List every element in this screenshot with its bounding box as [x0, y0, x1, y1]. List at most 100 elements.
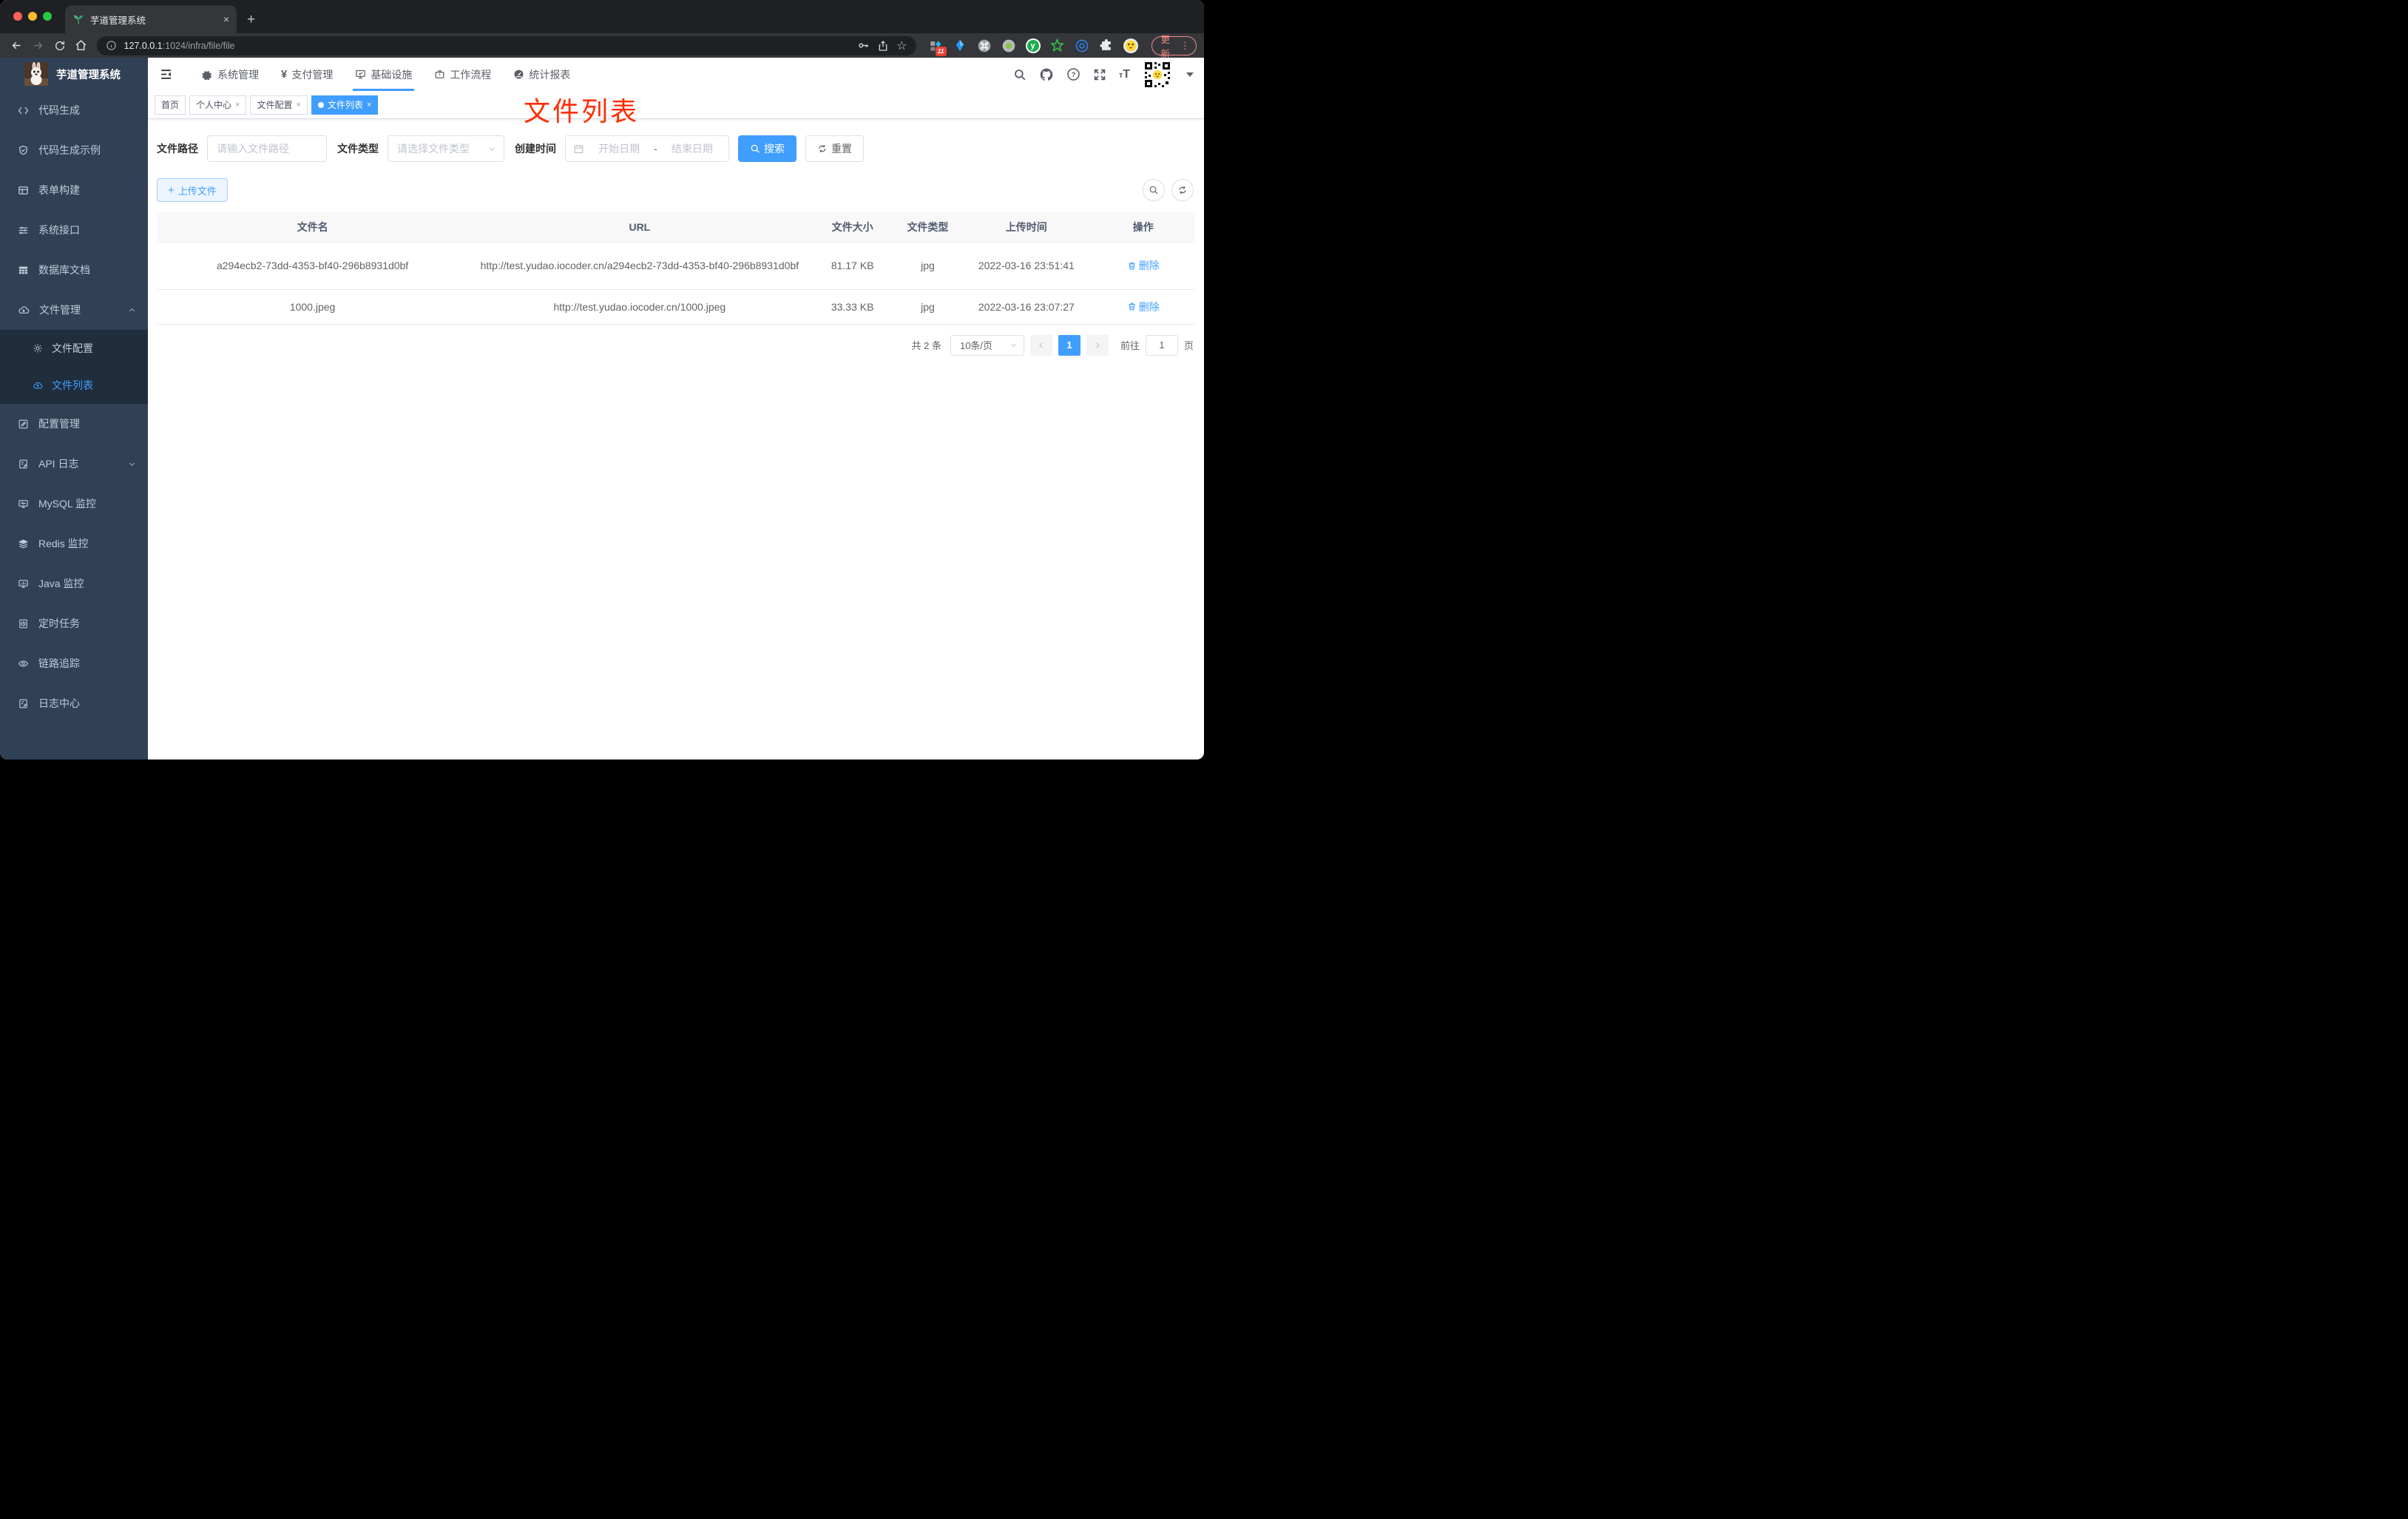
sidebar-item-file-management[interactable]: 文件管理	[0, 290, 148, 330]
code-icon	[18, 105, 29, 116]
sidebar-item-code-generation[interactable]: 代码生成	[0, 90, 148, 130]
browser-toolbar: 127.0.0.1:1024/infra/file/file ☆ 11 y 更新…	[0, 33, 1204, 59]
sidebar-item-form-builder[interactable]: 表单构建	[0, 170, 148, 210]
gear-icon	[202, 69, 213, 80]
delete-button[interactable]: 删除	[1127, 258, 1160, 273]
reset-button[interactable]: 重置	[805, 135, 864, 162]
github-icon[interactable]	[1039, 67, 1054, 82]
eye-icon	[18, 658, 29, 669]
forward-icon[interactable]	[29, 35, 47, 56]
topnav-statistics-report[interactable]: 统计报表	[502, 58, 581, 91]
back-icon[interactable]	[7, 35, 26, 56]
browser-menu-dots-icon[interactable]: ⋮	[1180, 40, 1190, 52]
delete-button[interactable]: 删除	[1127, 300, 1160, 314]
tag-profile[interactable]: 个人中心 ×	[189, 95, 247, 115]
calendar-icon	[573, 143, 584, 155]
extension-eye-icon[interactable]	[1075, 38, 1089, 53]
file-table: 文件名 URL 文件大小 文件类型 上传时间 操作 a294ecb2-73dd-…	[157, 212, 1195, 325]
upload-file-button[interactable]: + 上传文件	[157, 178, 228, 202]
cell-file-size: 33.33 KB	[811, 289, 894, 325]
refresh-table-button[interactable]	[1171, 179, 1194, 201]
close-window-button[interactable]	[13, 12, 22, 21]
cell-upload-time: 2022-03-16 23:51:41	[961, 242, 1092, 290]
prev-page-button[interactable]	[1029, 334, 1052, 356]
cloud-download-icon	[18, 304, 30, 316]
col-url: URL	[468, 212, 811, 243]
fullscreen-icon[interactable]	[1093, 68, 1106, 81]
address-bar[interactable]: 127.0.0.1:1024/infra/file/file ☆	[96, 35, 916, 55]
favicon-sprout-icon	[72, 13, 84, 25]
start-date-placeholder[interactable]: 开始日期	[590, 141, 648, 156]
sidebar-item-redis-monitor[interactable]: Redis 监控	[0, 524, 148, 564]
search-icon[interactable]	[1013, 68, 1027, 81]
tag-file-list[interactable]: 文件列表 ×	[311, 95, 379, 115]
file-type-select[interactable]: 请选择文件类型	[388, 135, 504, 162]
show-search-toggle-button[interactable]	[1143, 179, 1165, 201]
topnav-workflow[interactable]: 工作流程	[423, 58, 502, 91]
cell-file-type: jpg	[893, 289, 962, 325]
extension-command-icon[interactable]	[977, 38, 992, 53]
next-page-button[interactable]	[1086, 334, 1109, 356]
current-page[interactable]: 1	[1058, 334, 1080, 356]
sidebar-item-file-config[interactable]: 文件配置	[0, 330, 148, 367]
browser-update-button[interactable]: 更新 ⋮	[1151, 35, 1197, 59]
tag-file-config[interactable]: 文件配置 ×	[250, 95, 308, 115]
sidebar-item-tracing[interactable]: 链路追踪	[0, 643, 148, 683]
bookmark-star-icon[interactable]: ☆	[896, 38, 907, 53]
avatar-caret-icon[interactable]	[1186, 72, 1194, 77]
share-icon[interactable]	[877, 40, 889, 52]
monitor-check-icon	[355, 69, 366, 80]
tag-close-icon[interactable]: ×	[235, 101, 240, 109]
sidebar-item-system-api[interactable]: 系统接口	[0, 210, 148, 250]
date-range-picker[interactable]: 开始日期 - 结束日期	[565, 135, 729, 162]
gauge-icon	[513, 69, 524, 80]
extensions-puzzle-icon[interactable]	[1099, 38, 1114, 53]
sidebar-item-mysql-monitor[interactable]: MySQL 监控	[0, 484, 148, 524]
zoom-window-button[interactable]	[43, 12, 52, 21]
sidebar-item-code-example[interactable]: 代码生成示例	[0, 130, 148, 170]
form-table-icon	[18, 185, 29, 196]
chevron-down-icon	[487, 144, 496, 153]
sidebar-item-config-management[interactable]: 配置管理	[0, 404, 148, 444]
extension-kite-icon[interactable]	[953, 38, 967, 53]
text-size-icon[interactable]: тT	[1119, 68, 1130, 81]
password-key-icon[interactable]	[857, 39, 870, 52]
help-icon[interactable]: ?	[1066, 67, 1080, 81]
sidebar-item-scheduled-tasks[interactable]: 定时任务	[0, 603, 148, 643]
main-panel: 系统管理 ¥ 支付管理 基础设施 工作流程 统计报表 ? тT 首页 个人中心 …	[148, 58, 1204, 760]
page-size-select[interactable]: 10条/页	[950, 334, 1024, 356]
extension-proxy-dot-icon[interactable]	[1001, 38, 1016, 53]
extension-emoji-icon[interactable]	[1123, 38, 1138, 53]
tag-home[interactable]: 首页	[155, 95, 186, 115]
table-row: a294ecb2-73dd-4353-bf40-296b8931d0bf htt…	[157, 242, 1195, 290]
tag-close-icon[interactable]: ×	[367, 101, 371, 109]
sidebar-item-file-list[interactable]: 文件列表	[0, 367, 148, 404]
new-tab-button[interactable]: +	[247, 12, 255, 28]
chevron-down-icon	[1009, 341, 1018, 349]
layers-icon	[18, 538, 29, 549]
sidebar-item-api-log[interactable]: API 日志	[0, 444, 148, 484]
extension-star-icon[interactable]	[1050, 38, 1065, 53]
topnav-infrastructure[interactable]: 基础设施	[344, 58, 423, 91]
search-button[interactable]: 搜索	[738, 135, 797, 162]
reload-icon[interactable]	[50, 35, 69, 56]
minimize-window-button[interactable]	[28, 12, 37, 21]
site-info-icon[interactable]	[106, 40, 117, 51]
extension-tabs-icon[interactable]: 11	[928, 38, 947, 56]
sidebar-item-log-center[interactable]: 日志中心	[0, 683, 148, 723]
topnav-payment-management[interactable]: ¥ 支付管理	[270, 58, 344, 91]
sidebar-collapse-icon[interactable]	[154, 58, 177, 91]
tag-close-icon[interactable]: ×	[296, 101, 300, 109]
sidebar-item-db-doc[interactable]: 数据库文档	[0, 250, 148, 290]
page-number-input[interactable]	[1145, 334, 1178, 356]
sidebar-item-java-monitor[interactable]: Java 监控	[0, 564, 148, 603]
topnav-system-management[interactable]: 系统管理	[191, 58, 270, 91]
end-date-placeholder[interactable]: 结束日期	[663, 141, 721, 156]
browser-tab[interactable]: 芋道管理系统 ×	[65, 5, 237, 33]
sidebar-logo[interactable]: 芋道管理系统	[0, 58, 148, 90]
file-path-input[interactable]	[207, 135, 327, 162]
home-icon[interactable]	[72, 35, 90, 56]
user-avatar-qr[interactable]	[1143, 59, 1172, 89]
extension-y-icon[interactable]: y	[1025, 38, 1041, 53]
tab-close-icon[interactable]: ×	[223, 13, 229, 25]
